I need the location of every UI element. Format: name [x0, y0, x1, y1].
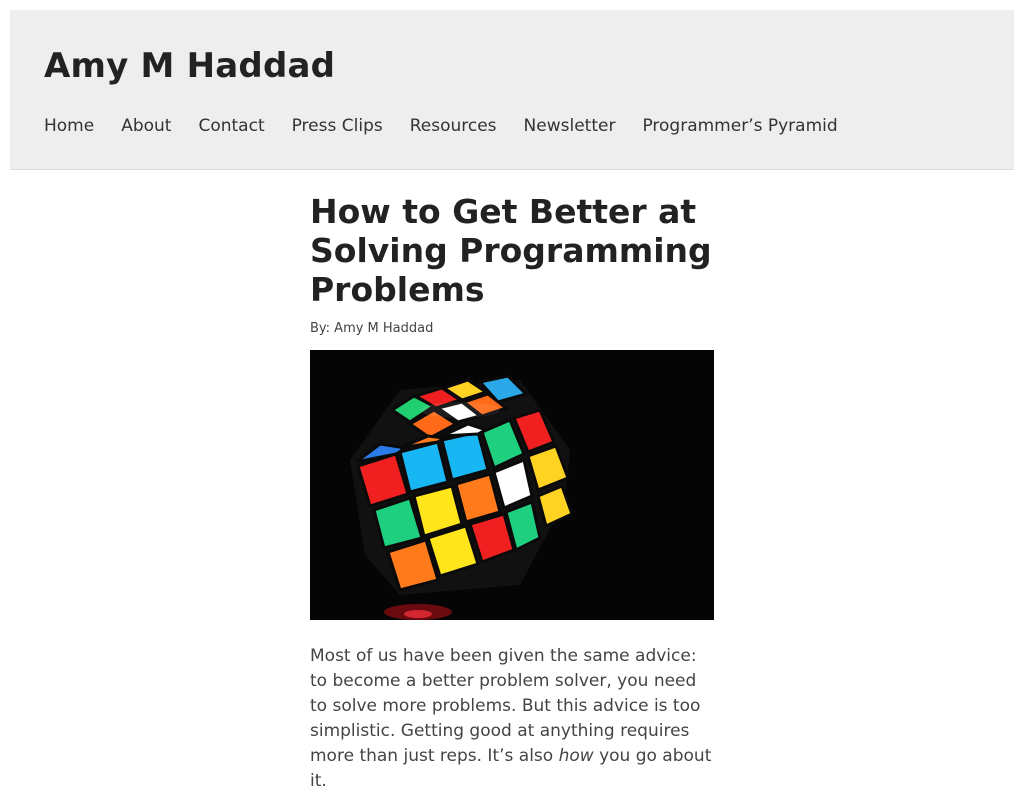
nav-item-about[interactable]: About	[121, 116, 171, 136]
intro-emphasis: how	[558, 746, 594, 766]
site-header: Amy M Haddad Home About Contact Press Cl…	[10, 10, 1014, 170]
nav-item-newsletter[interactable]: Newsletter	[524, 116, 616, 136]
nav-item-programmers-pyramid[interactable]: Programmer’s Pyramid	[642, 116, 837, 136]
post-article: How to Get Better at Solving Programming…	[310, 192, 714, 811]
post-intro-paragraph: Most of us have been given the same advi…	[310, 644, 714, 794]
post-title: How to Get Better at Solving Programming…	[310, 192, 712, 309]
post-byline: By: Amy M Haddad	[310, 321, 434, 336]
site-title-link[interactable]: Amy M Haddad	[44, 46, 335, 86]
nav-item-resources[interactable]: Resources	[410, 116, 497, 136]
main-nav: Home About Contact Press Clips Resources…	[44, 116, 838, 136]
nav-item-press-clips[interactable]: Press Clips	[292, 116, 383, 136]
hero-image-rubiks-cube	[310, 350, 714, 620]
nav-item-home[interactable]: Home	[44, 116, 94, 136]
nav-item-contact[interactable]: Contact	[198, 116, 264, 136]
